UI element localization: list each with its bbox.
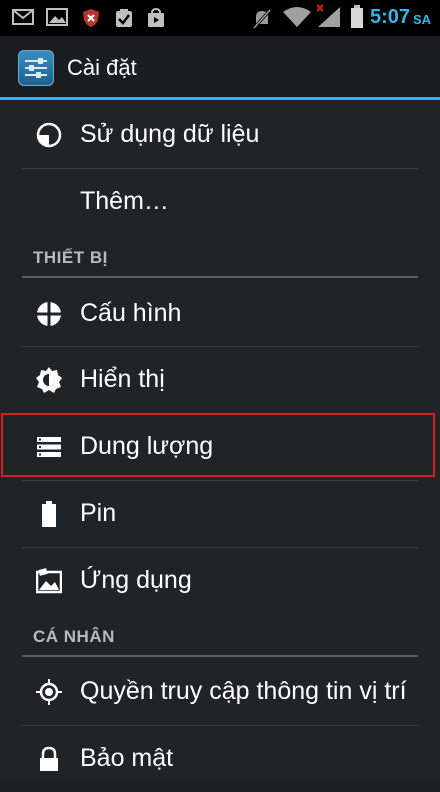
list-item-label: Hiển thị — [80, 365, 165, 393]
list-item-battery[interactable]: Pin — [0, 481, 440, 547]
wifi-icon — [283, 7, 311, 27]
list-item-label: Thêm… — [80, 187, 169, 215]
list-item-label: Ứng dụng — [80, 566, 192, 594]
section-header-personal: CÁ NHÂN — [33, 627, 115, 646]
list-item-apps[interactable]: Ứng dụng — [0, 548, 440, 614]
settings-list: Sử dụng dữ liệu Thêm… THIẾT BỊ Cấu hình … — [0, 100, 440, 782]
list-item-label: Sử dụng dữ liệu — [80, 120, 260, 148]
list-item-label: Pin — [80, 499, 117, 527]
list-item-label: Cấu hình — [80, 299, 182, 327]
section-divider — [22, 655, 418, 657]
list-item-location[interactable]: Quyền truy cập thông tin vị trí — [0, 659, 440, 725]
mute-icon — [252, 9, 272, 29]
clipboard-check-icon — [116, 9, 132, 27]
store-icon — [148, 8, 164, 27]
status-bar: 5:07 SA — [0, 0, 440, 36]
battery-icon — [42, 501, 56, 527]
battery-icon — [351, 5, 363, 28]
section-header-device: THIẾT BỊ — [33, 248, 108, 267]
gmail-icon — [12, 9, 34, 25]
apps-icon — [36, 568, 62, 594]
clock-ampm: SA — [412, 12, 431, 27]
storage-icon — [37, 437, 61, 457]
list-item-label: Dung lượng — [80, 432, 214, 460]
action-bar — [0, 36, 440, 98]
list-item-display[interactable]: Hiển thị — [0, 347, 440, 413]
signal-icon — [316, 4, 340, 27]
section-divider — [22, 276, 418, 278]
clock-time: 5:07 — [369, 6, 410, 28]
list-item-label: Bảo mật — [80, 744, 174, 772]
list-item-security[interactable]: Bảo mật — [0, 726, 440, 792]
list-item-data-usage[interactable]: Sử dụng dữ liệu — [0, 102, 440, 168]
config-icon — [36, 301, 62, 327]
display-brightness-icon — [36, 367, 62, 393]
list-item-config[interactable]: Cấu hình — [0, 281, 440, 347]
page-title: Cài đặt — [67, 55, 137, 80]
settings-sliders-icon[interactable] — [18, 50, 54, 86]
list-item-storage[interactable]: Dung lượng — [0, 414, 440, 480]
gallery-icon — [46, 8, 68, 26]
lock-icon — [40, 746, 58, 771]
list-item-more[interactable]: Thêm… — [0, 169, 440, 235]
list-item-label: Quyền truy cập thông tin vị trí — [80, 677, 407, 705]
data-usage-icon — [36, 122, 62, 148]
location-target-icon — [36, 679, 62, 705]
shield-icon — [83, 9, 99, 27]
